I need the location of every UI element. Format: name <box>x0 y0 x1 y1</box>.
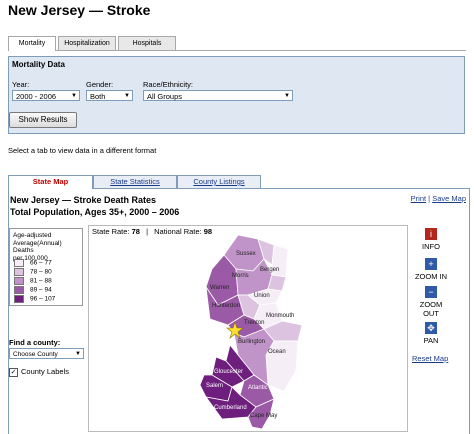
panel-title: Mortality Data <box>12 60 65 69</box>
map-title-line-2: Total Population, Ages 35+, 2000 – 2006 <box>10 207 180 217</box>
checkbox-icon[interactable]: ✓ <box>9 367 18 377</box>
county-select[interactable]: Choose County ▼ <box>9 348 84 359</box>
year-select[interactable]: 2000 - 2006 ▼ <box>12 90 80 101</box>
tab-state-statistics[interactable]: State Statistics <box>93 175 177 188</box>
legend-swatch <box>14 268 24 276</box>
county-label-morris: Morris <box>232 273 249 279</box>
zoom-out-label[interactable]: ZOOM OUT <box>411 300 451 318</box>
legend-range: 81 – 88 <box>30 277 52 285</box>
save-map-link[interactable]: Save Map <box>432 194 466 203</box>
county-label-trenton: Trenton <box>244 320 264 326</box>
pan-icon[interactable]: ✥ <box>425 322 437 334</box>
year-select-value: 2000 - 2006 <box>16 92 57 101</box>
gender-select[interactable]: Both ▼ <box>86 90 133 101</box>
new-jersey-county-map[interactable]: Sussex Bergen Morris Warren Hunterdon Un… <box>88 225 406 430</box>
legend-title-line: Age-adjusted <box>13 232 52 239</box>
tab-hospitals[interactable]: Hospitals <box>118 36 176 50</box>
find-county-label: Find a county: <box>9 338 61 347</box>
county-label-hunterdon: Hunterdon <box>212 303 240 309</box>
legend-range: 78 – 80 <box>30 268 52 276</box>
legend-swatch <box>14 295 24 303</box>
tab-county-listings[interactable]: County Listings <box>177 175 261 188</box>
legend-item: 96 – 107 <box>14 295 55 303</box>
tab-hospitalization[interactable]: Hospitalization <box>58 36 116 50</box>
map-title: New Jersey — Stroke Death Rates Total Po… <box>10 194 179 218</box>
race-select-value: All Groups <box>147 92 183 101</box>
map-legend: Age-adjusted Average(Annual) Deaths per … <box>9 228 83 306</box>
legend-range: 96 – 107 <box>30 295 56 303</box>
legend-swatch <box>14 286 24 294</box>
race-select[interactable]: All Groups ▼ <box>143 90 293 101</box>
county-label-warren: Warren <box>210 285 229 291</box>
tab-mortality[interactable]: Mortality <box>8 36 56 51</box>
legend-title-line: Average(Annual) Deaths <box>13 239 62 255</box>
legend-title: Age-adjusted Average(Annual) Deaths per … <box>13 232 82 262</box>
county-label-burlington: Burlington <box>238 339 265 345</box>
county-label-cumberland: Cumberland <box>214 405 247 411</box>
info-label[interactable]: INFO <box>411 242 451 251</box>
county-label-salem: Salem <box>206 383 223 389</box>
legend-swatch <box>14 259 24 267</box>
county-label-sussex: Sussex <box>236 251 256 257</box>
reset-map-link[interactable]: Reset Map <box>412 354 448 363</box>
tab-state-map[interactable]: State Map <box>8 175 93 189</box>
county-labels-label: County Labels <box>21 367 69 376</box>
print-link[interactable]: Print <box>411 194 426 203</box>
chevron-down-icon: ▼ <box>71 93 77 99</box>
pan-label[interactable]: PAN <box>411 336 451 345</box>
chevron-down-icon: ▼ <box>284 93 290 99</box>
chevron-down-icon: ▼ <box>75 351 81 357</box>
legend-swatch <box>14 277 24 285</box>
county-label-atlantic: Atlantic <box>248 385 268 391</box>
show-results-button[interactable]: Show Results <box>9 112 77 128</box>
hint-text: Select a tab to view data in a different… <box>8 146 157 155</box>
county-label-union: Union <box>254 293 270 299</box>
zoom-out-icon[interactable]: − <box>425 286 437 298</box>
print-save-links: Print | Save Map <box>411 194 466 203</box>
chevron-down-icon: ▼ <box>124 93 130 99</box>
county-label-ocean: Ocean <box>268 349 286 355</box>
county-label-monmouth: Monmouth <box>266 313 294 319</box>
zoom-in-label[interactable]: ZOOM IN <box>411 272 451 281</box>
zoom-in-icon[interactable]: + <box>425 258 437 270</box>
legend-item: 78 – 80 <box>14 268 52 276</box>
legend-item: 81 – 88 <box>14 277 52 285</box>
county-select-value: Choose County <box>13 351 58 358</box>
legend-range: 66 – 77 <box>30 259 52 267</box>
county-labels-toggle[interactable]: ✓ County Labels <box>9 367 69 377</box>
info-icon[interactable]: i <box>425 228 437 240</box>
gender-select-value: Both <box>90 92 106 101</box>
legend-item: 89 – 94 <box>14 286 52 294</box>
legend-range: 89 – 94 <box>30 286 52 294</box>
race-label: Race/Ethnicity: <box>143 80 194 89</box>
map-title-line-1: New Jersey — Stroke Death Rates <box>10 195 157 205</box>
county-label-cape-may: Cape May <box>250 413 277 419</box>
county-label-gloucester: Gloucester <box>214 369 243 375</box>
legend-item: 66 – 77 <box>14 259 52 267</box>
page-title: New Jersey — Stroke <box>8 2 151 18</box>
gender-label: Gender: <box>86 80 114 89</box>
county-label-bergen: Bergen <box>260 267 279 273</box>
tabs-divider <box>8 50 466 51</box>
year-label: Year: <box>12 80 30 89</box>
link-separator: | <box>428 194 431 203</box>
